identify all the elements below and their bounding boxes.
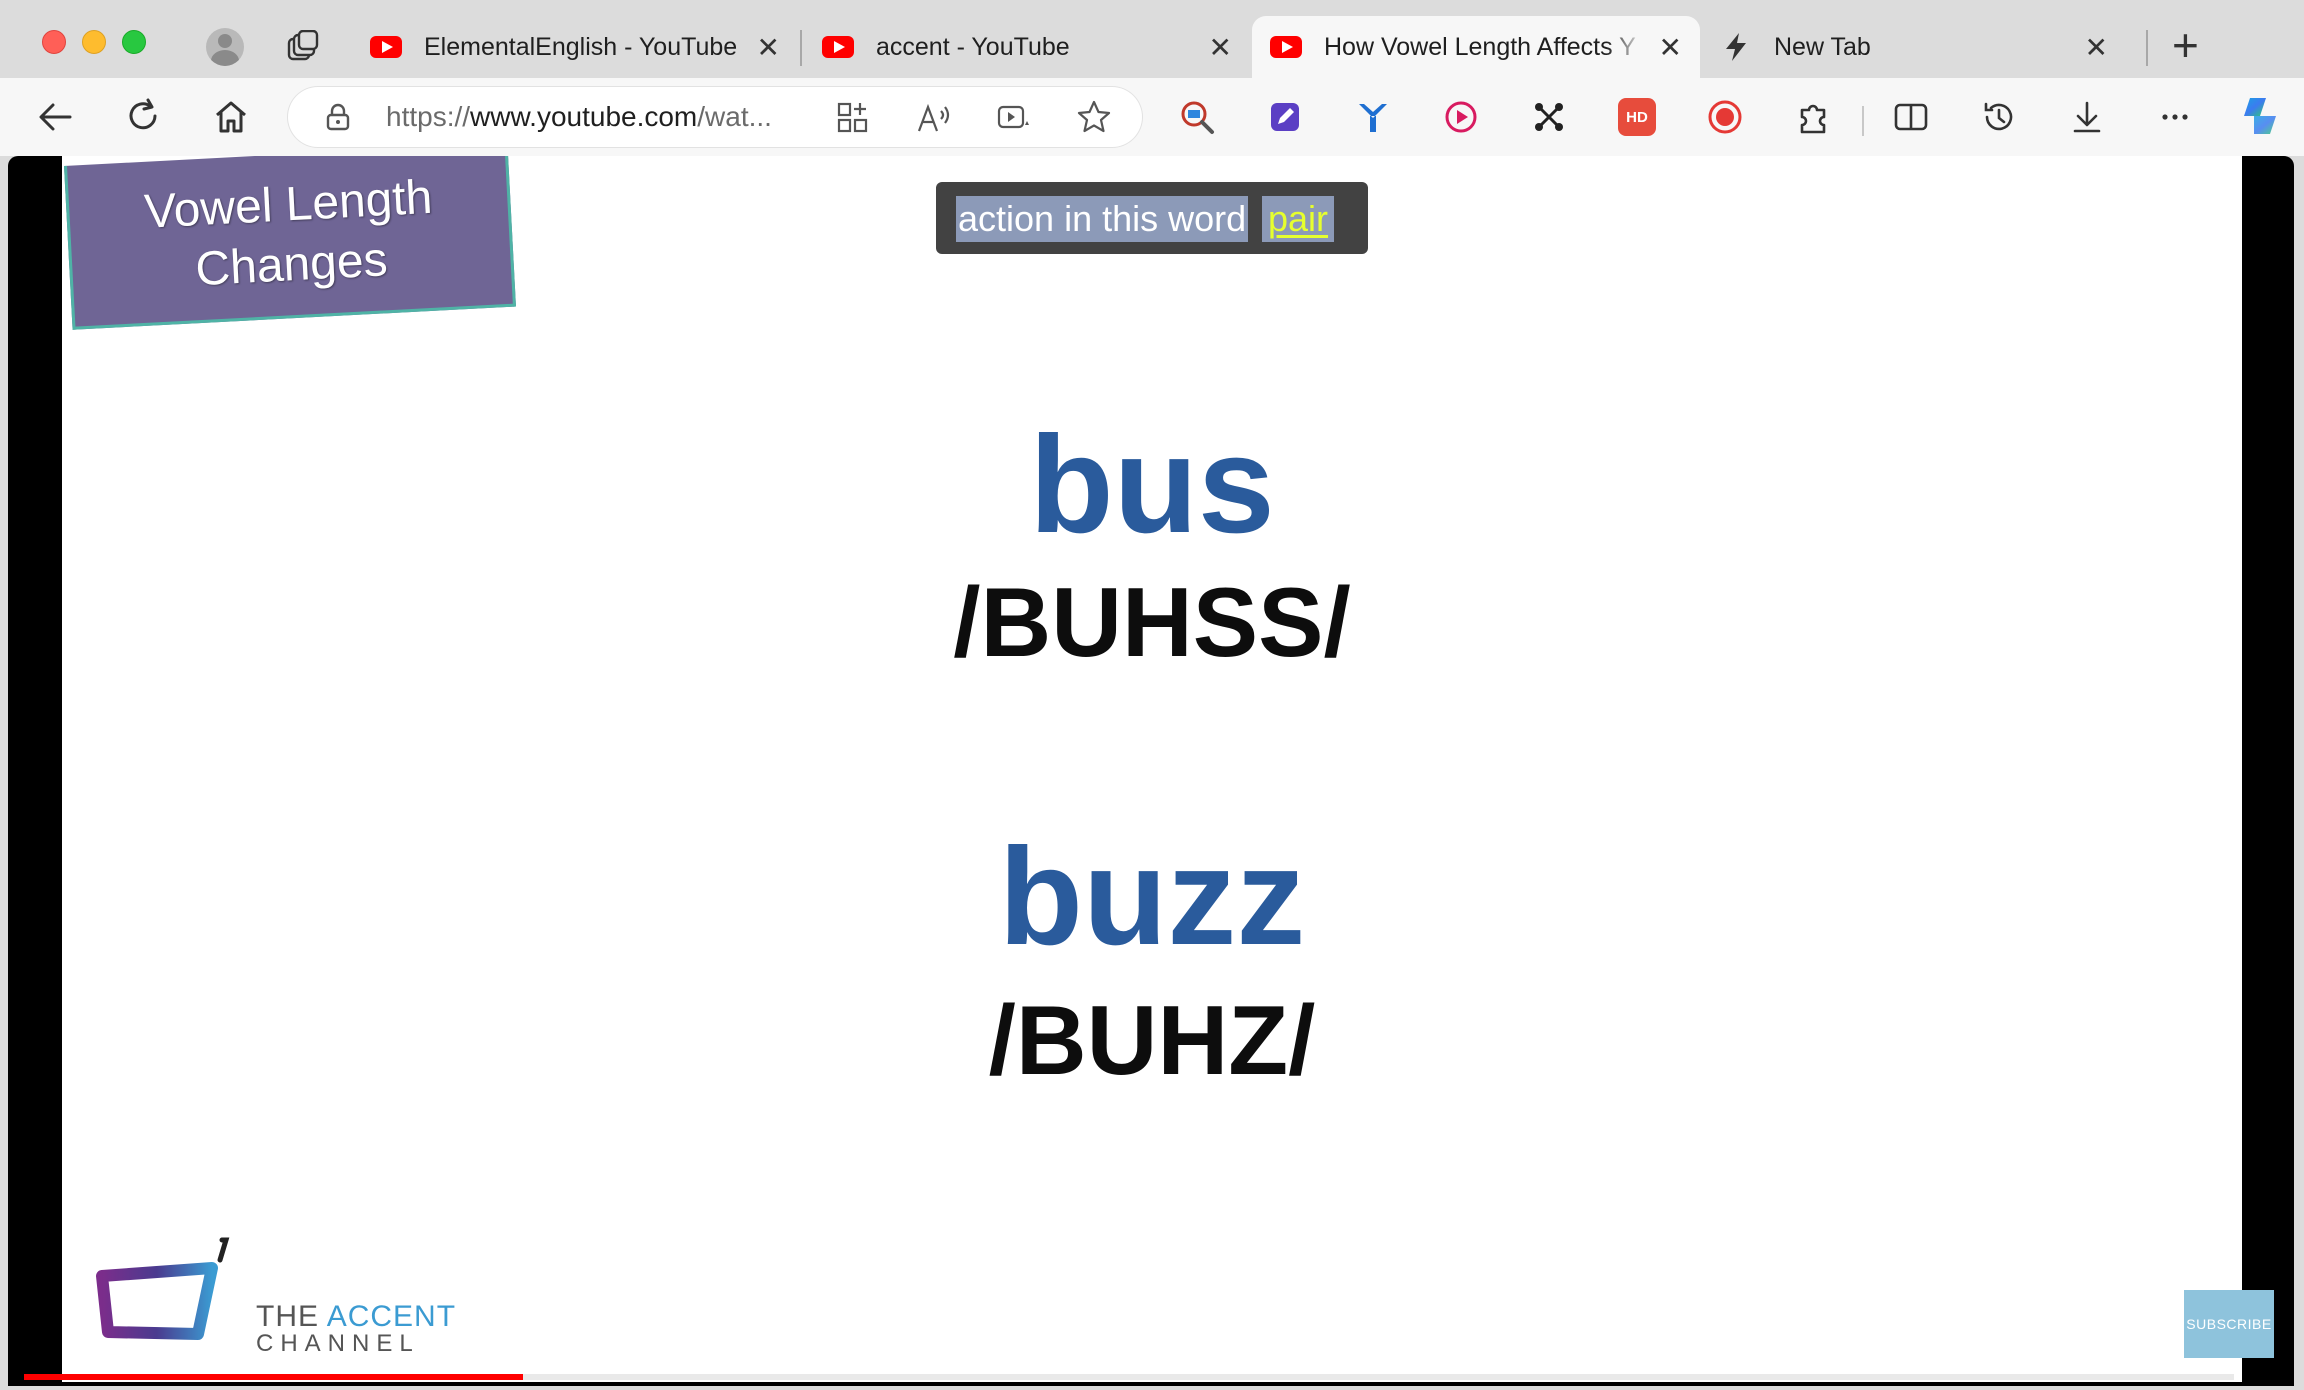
refresh-icon[interactable] — [122, 96, 164, 138]
logo-text-bottom: CHANNEL — [256, 1330, 420, 1357]
record-extension-icon[interactable] — [1706, 98, 1744, 136]
extensions-puzzle-icon[interactable] — [1794, 98, 1832, 136]
zoom-extension-icon[interactable] — [1178, 98, 1216, 136]
subscribe-button[interactable]: SUBSCRIBE — [2184, 1290, 2274, 1358]
video-canvas: Vowel Length Changes action in this word… — [62, 156, 2242, 1382]
window-minimize-button[interactable] — [82, 30, 106, 54]
tab-vowel-length[interactable]: How Vowel Length Affects Y ✕ — [1252, 16, 1700, 78]
tab-separator — [800, 30, 802, 66]
tab-title: accent - YouTube — [876, 32, 1070, 61]
video-player[interactable]: Vowel Length Changes action in this word… — [8, 156, 2294, 1386]
close-tab-icon[interactable]: ✕ — [2085, 31, 2108, 64]
bolt-icon — [1726, 33, 1746, 61]
nodes-extension-icon[interactable] — [1530, 98, 1568, 136]
toolbar-separator — [1862, 106, 1864, 136]
logo-mark-icon — [96, 1237, 230, 1340]
browser-toolbar: https://www.youtube.com/wat... HD — [0, 78, 2304, 156]
url-path: /wat... — [697, 101, 772, 132]
tab-accent[interactable]: accent - YouTube ✕ — [804, 16, 1250, 78]
logo-the: THE — [256, 1300, 327, 1333]
badge-line-2: Changes — [194, 232, 389, 296]
accent-channel-logo: THE ACCENT CHANNEL — [94, 1236, 455, 1357]
window-close-button[interactable] — [42, 30, 66, 54]
profile-avatar-icon[interactable] — [206, 28, 244, 66]
pronunciation-bus: /BUHSS/ — [953, 567, 1351, 677]
read-aloud-icon[interactable] — [916, 101, 952, 135]
downloads-icon[interactable] — [2068, 98, 2106, 136]
video-progress-fill — [24, 1374, 524, 1380]
history-icon[interactable] — [1980, 98, 2018, 136]
caption-text[interactable]: action in this word — [956, 196, 1249, 242]
tab-title: New Tab — [1774, 32, 1871, 61]
tab-title: ElementalEnglish - YouTube — [424, 32, 738, 61]
url-scheme: https:// — [386, 101, 471, 132]
hd-extension-icon[interactable]: HD — [1618, 98, 1656, 136]
back-icon[interactable] — [34, 96, 76, 138]
address-bar[interactable]: https://www.youtube.com/wat... — [288, 87, 1142, 147]
video-progress-bar[interactable] — [24, 1374, 2234, 1380]
split-screen-icon[interactable] — [1892, 98, 1930, 136]
more-options-icon[interactable] — [2156, 98, 2194, 136]
edit-extension-icon[interactable] — [1266, 98, 1304, 136]
youtube-icon — [370, 36, 402, 58]
url-text[interactable]: https://www.youtube.com/wat... — [386, 101, 772, 133]
favorite-star-icon[interactable] — [1076, 99, 1112, 135]
vowel-length-badge: Vowel Length Changes — [64, 156, 516, 330]
close-tab-icon[interactable]: ✕ — [757, 31, 780, 64]
tab-strip: ElementalEnglish - YouTube ✕ accent - Yo… — [0, 0, 2304, 78]
word-bus: bus — [1029, 408, 1275, 562]
logo-accent: ACCENT — [326, 1300, 457, 1333]
play-extension-icon[interactable] — [1442, 98, 1480, 136]
url-host: www.youtube.com — [470, 101, 698, 132]
app-available-icon[interactable] — [836, 101, 870, 135]
tab-title: How Vowel Length Affects Y — [1324, 32, 1636, 61]
youtube-icon — [1270, 36, 1302, 58]
window-zoom-button[interactable] — [122, 30, 146, 54]
tab-new-tab[interactable]: New Tab ✕ — [1702, 16, 2126, 78]
caption-highlight-word[interactable]: pair — [1262, 196, 1335, 242]
copilot-icon[interactable] — [2236, 92, 2284, 140]
y-extension-icon[interactable] — [1354, 98, 1392, 136]
lock-icon[interactable] — [326, 103, 350, 131]
tab-elementalenglish[interactable]: ElementalEnglish - YouTube ✕ — [352, 16, 798, 78]
close-tab-icon[interactable]: ✕ — [1659, 31, 1682, 64]
word-buzz: buzz — [998, 820, 1306, 974]
logo-text-top: THE ACCENT — [256, 1300, 456, 1334]
workspaces-icon[interactable] — [286, 30, 320, 64]
video-enhance-icon[interactable] — [996, 101, 1032, 135]
pronunciation-buzz: /BUHZ/ — [988, 985, 1316, 1095]
badge-line-1: Vowel Length — [142, 170, 434, 239]
caption-box[interactable]: action in this word pair — [936, 182, 1368, 254]
tab-separator — [2146, 30, 2148, 66]
close-tab-icon[interactable]: ✕ — [1209, 31, 1232, 64]
new-tab-button[interactable]: + — [2172, 22, 2199, 68]
home-icon[interactable] — [210, 96, 252, 138]
youtube-icon — [822, 36, 854, 58]
